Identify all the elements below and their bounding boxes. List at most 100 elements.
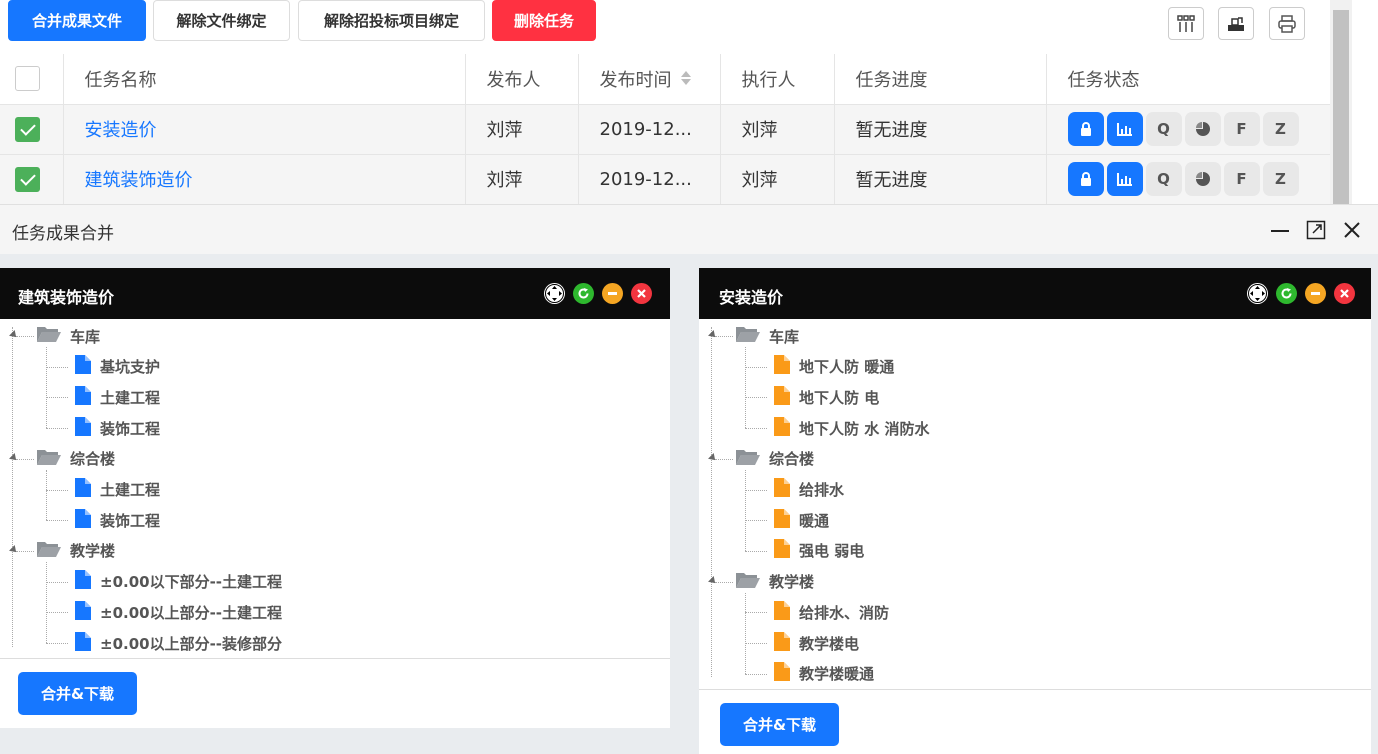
tree-file-label: 装饰工程	[100, 419, 161, 438]
lock-icon[interactable]	[1067, 162, 1104, 196]
close-panel-icon[interactable]	[631, 283, 652, 304]
expand-caret-icon[interactable]	[708, 452, 718, 463]
row-checkbox[interactable]	[15, 166, 40, 192]
file-icon	[773, 631, 791, 656]
export-icon[interactable]	[1218, 7, 1254, 40]
merge-download-button[interactable]: 合并&下载	[720, 703, 839, 746]
tree-file-label: ±0.00以上部分--土建工程	[100, 603, 283, 622]
col-task-name: 任务名称	[63, 54, 466, 105]
tree-folder[interactable]: 教学楼	[36, 536, 115, 566]
folder-open-icon	[36, 540, 62, 562]
row-select-cell	[0, 154, 64, 205]
tree-file[interactable]: 给排水	[773, 475, 844, 505]
file-icon	[773, 600, 791, 625]
vertical-scrollbar[interactable]	[1330, 0, 1352, 204]
status-cell: Q F Z	[1046, 104, 1331, 155]
delete-task-button[interactable]: 删除任务	[492, 0, 596, 41]
expand-caret-icon[interactable]	[9, 452, 19, 463]
status-f-button[interactable]: F	[1223, 112, 1260, 146]
unbind-bid-project-button[interactable]: 解除招投标项目绑定	[298, 0, 485, 41]
close-panel-icon[interactable]	[1334, 283, 1355, 304]
tree-folder-label: 教学楼	[70, 542, 116, 561]
file-icon	[773, 477, 791, 502]
collapse-icon[interactable]	[602, 283, 623, 304]
tree-file[interactable]: 地下人防 暖通	[773, 352, 894, 382]
tree-file[interactable]: 土建工程	[74, 475, 160, 505]
print-icon[interactable]	[1269, 7, 1305, 40]
tree-file[interactable]: 暖通	[773, 505, 829, 535]
scrollbar-thumb[interactable]	[1333, 10, 1349, 204]
close-icon[interactable]	[1341, 219, 1363, 241]
file-icon	[74, 569, 92, 594]
tree-file[interactable]: ±0.00以上部分--装修部分	[74, 628, 282, 658]
chart-icon[interactable]	[1106, 112, 1143, 146]
minimize-icon[interactable]	[1269, 219, 1291, 241]
tree-file-label: 土建工程	[100, 481, 161, 499]
folder-open-icon	[36, 448, 62, 470]
refresh-icon[interactable]	[1276, 283, 1297, 304]
tree-folder-label: 教学楼	[769, 573, 815, 592]
row-checkbox[interactable]	[15, 116, 40, 142]
chart-icon[interactable]	[1106, 162, 1143, 196]
status-f-button[interactable]: F	[1223, 162, 1260, 196]
task-name-link[interactable]: 建筑装饰造价	[63, 154, 466, 205]
panel-title: 建筑装饰造价	[18, 288, 115, 307]
maximize-icon[interactable]	[1305, 219, 1327, 241]
tree-folder[interactable]: 综合楼	[735, 444, 814, 474]
tree-file[interactable]: 强电 弱电	[773, 536, 864, 566]
panel-footer: 合并&下载	[0, 658, 670, 728]
expand-caret-icon[interactable]	[708, 575, 718, 586]
pie-chart-icon[interactable]	[1184, 112, 1221, 146]
tree-file[interactable]: 装饰工程	[74, 413, 160, 443]
tree-file[interactable]: 给排水、消防	[773, 597, 889, 627]
tree-file-label: 暖通	[799, 511, 830, 530]
refresh-icon[interactable]	[573, 283, 594, 304]
status-z-button[interactable]: Z	[1262, 162, 1299, 196]
tree-file[interactable]: ±0.00以下部分--土建工程	[74, 567, 282, 597]
file-icon	[74, 508, 92, 533]
tree-folder-label: 综合楼	[769, 450, 815, 469]
tree-file-label: ±0.00以下部分--土建工程	[100, 573, 283, 592]
tree-folder[interactable]: 教学楼	[735, 567, 814, 597]
tree-file[interactable]: 基坑支护	[74, 352, 160, 382]
status-q-button[interactable]: Q	[1145, 112, 1182, 146]
task-table: 任务名称 发布人 发布时间 执行人 任务进度 任务状态 安装造价 刘萍 2019…	[0, 54, 1331, 205]
file-icon	[74, 477, 92, 502]
task-name-link[interactable]: 安装造价	[63, 104, 466, 155]
tree-file[interactable]: 教学楼电	[773, 628, 859, 658]
collapse-icon[interactable]	[1305, 283, 1326, 304]
file-icon	[74, 354, 92, 379]
tree-file[interactable]: 地下人防 电	[773, 382, 879, 412]
tree-file[interactable]: 装饰工程	[74, 505, 160, 535]
expand-caret-icon[interactable]	[708, 330, 718, 340]
file-icon	[74, 600, 92, 625]
tree-file[interactable]: ±0.00以上部分--土建工程	[74, 597, 282, 627]
expand-caret-icon[interactable]	[9, 330, 19, 340]
file-icon	[74, 385, 92, 410]
sort-icon[interactable]	[680, 70, 692, 91]
tree-file[interactable]: 教学楼暖通	[773, 659, 874, 689]
file-icon	[773, 538, 791, 563]
table-row[interactable]: 建筑装饰造价 刘萍 2019-12... 刘萍 暂无进度 Q F Z	[0, 154, 1331, 205]
tree-file[interactable]: 地下人防 水 消防水	[773, 413, 929, 443]
publish-time-cell: 2019-12...	[578, 104, 721, 155]
panel-building-decoration: 建筑装饰造价 车库 基坑支护 土建工程 装饰工程 综合楼 土建工程 装饰工程 教学楼 ±0.00…	[0, 268, 670, 728]
pie-chart-icon[interactable]	[1184, 162, 1221, 196]
folder-open-icon	[735, 325, 761, 347]
tree-file[interactable]: 土建工程	[74, 382, 160, 412]
unbind-files-button[interactable]: 解除文件绑定	[153, 0, 290, 41]
status-q-button[interactable]: Q	[1145, 162, 1182, 196]
columns-icon[interactable]	[1168, 7, 1204, 40]
status-z-button[interactable]: Z	[1262, 112, 1299, 146]
select-all-cell	[0, 54, 64, 105]
select-all-checkbox[interactable]	[15, 66, 40, 92]
expand-caret-icon[interactable]	[9, 544, 19, 555]
move-icon[interactable]	[1247, 283, 1268, 304]
table-row[interactable]: 安装造价 刘萍 2019-12... 刘萍 暂无进度 Q F Z	[0, 104, 1331, 155]
col-publish-time[interactable]: 发布时间	[578, 54, 721, 105]
merge-result-files-button[interactable]: 合并成果文件	[8, 0, 146, 41]
move-icon[interactable]	[544, 283, 565, 304]
merge-download-button[interactable]: 合并&下载	[18, 672, 137, 715]
lock-icon[interactable]	[1067, 112, 1104, 146]
tree-folder[interactable]: 综合楼	[36, 444, 115, 474]
